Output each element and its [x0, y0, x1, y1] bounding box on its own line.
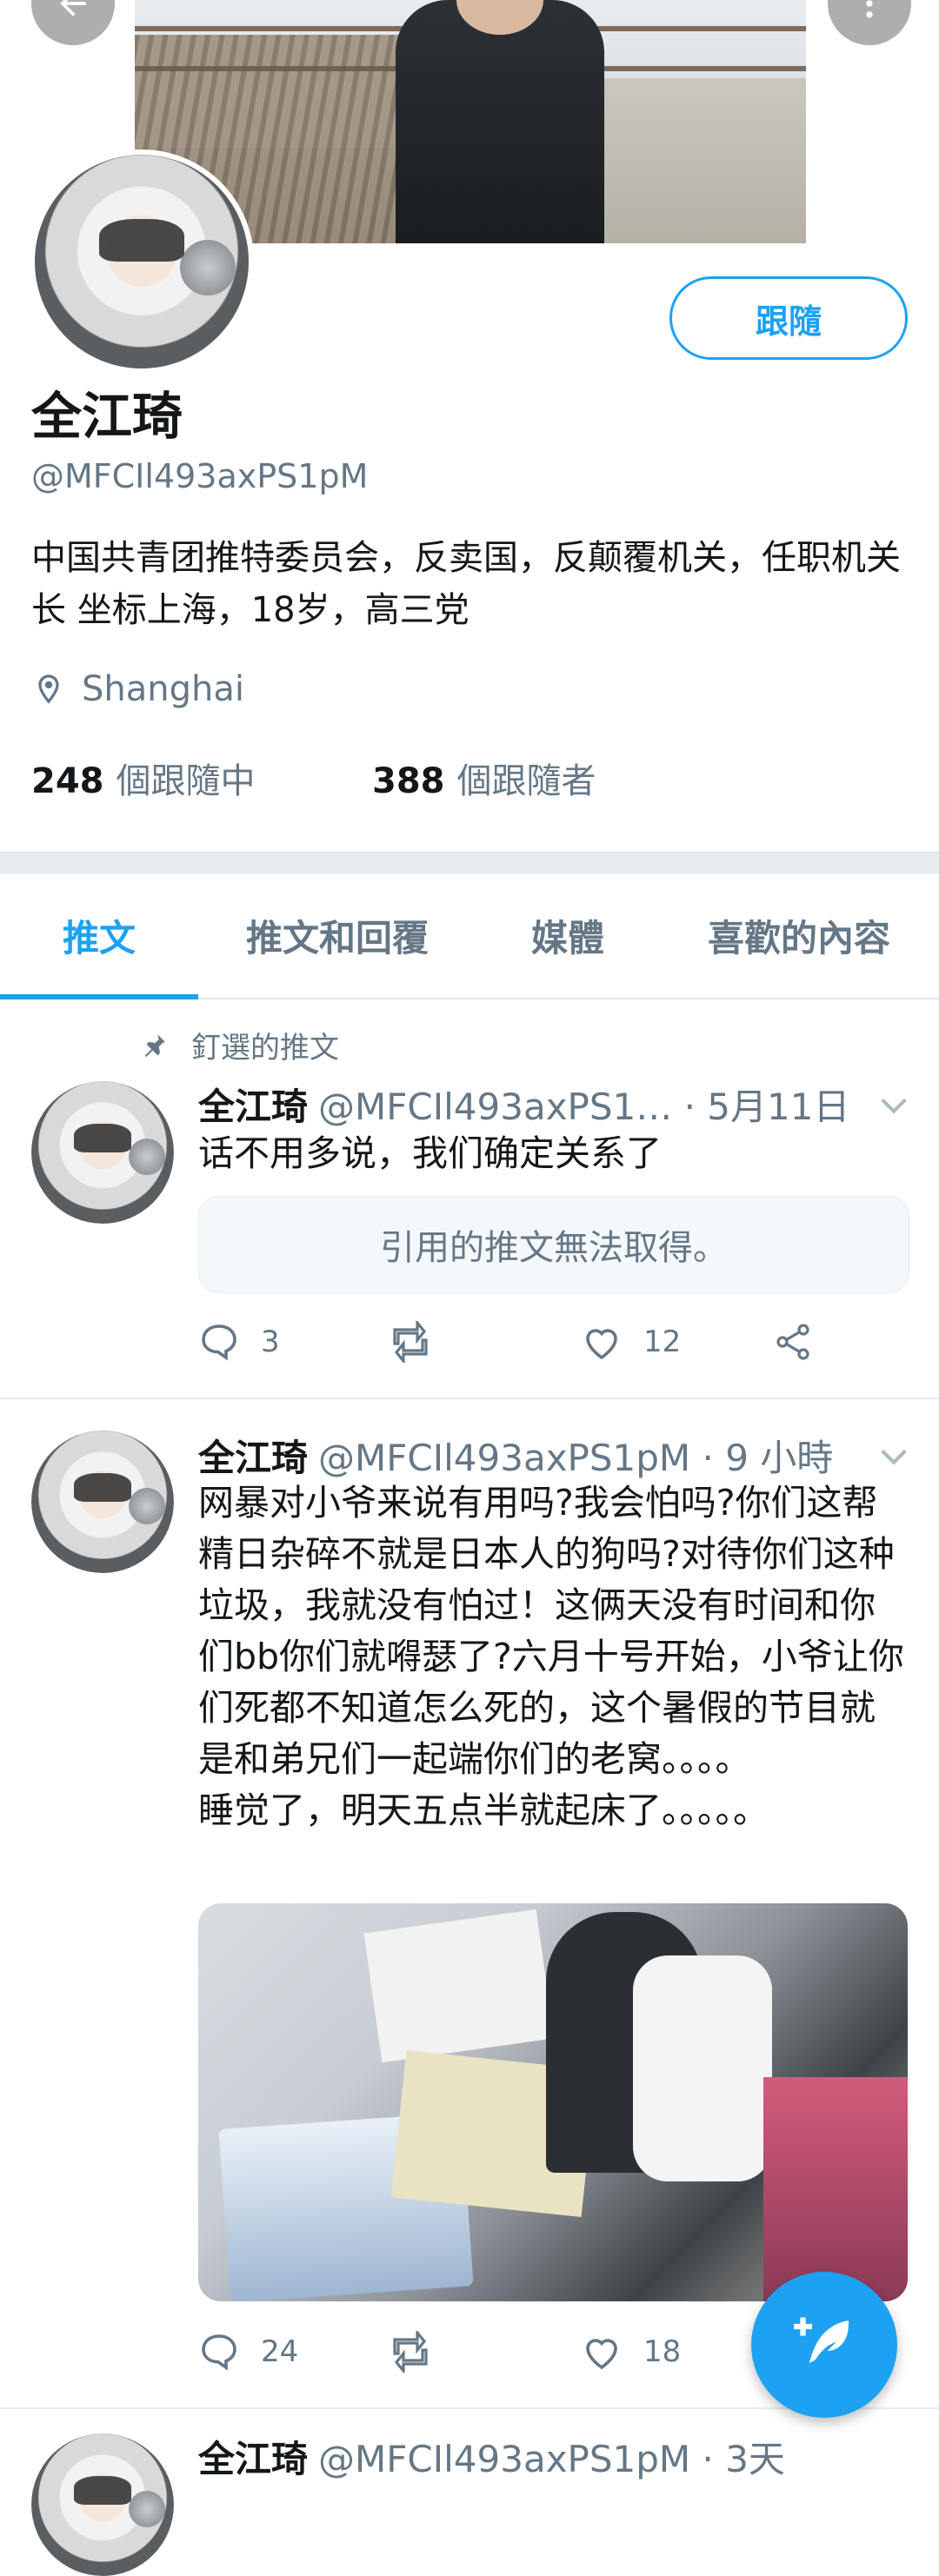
reply-icon [202, 2334, 236, 2371]
following-label: 個跟隨中 [116, 761, 256, 801]
tweet-actions: 3 12 [198, 1321, 814, 1363]
profile-location: Shanghai [31, 669, 244, 709]
tweet-header: 全江琦 @MFCIl493axPS1… · 5月11日 [198, 1078, 849, 1131]
reply-button[interactable]: 24 [198, 2331, 390, 2373]
following-count: 248 [31, 761, 104, 801]
share-button[interactable] [772, 1321, 814, 1363]
tab-tweets-replies[interactable]: 推文和回覆 [198, 873, 476, 998]
arrow-left-icon [60, 0, 86, 17]
tweet-meta: @MFCIl493axPS1… · 5月11日 [318, 1086, 850, 1128]
tweet-actions: 24 18 [198, 2331, 772, 2373]
followers-stat[interactable]: 388 個跟隨者 [372, 753, 596, 803]
tweet-author-name[interactable]: 全江琦 [198, 2430, 308, 2483]
pinned-label: 釘選的推文 [191, 1031, 339, 1066]
tweet-avatar[interactable] [31, 1081, 174, 1224]
tweet-avatar[interactable] [31, 2433, 174, 2576]
following-stat[interactable]: 248 個跟隨中 [31, 753, 256, 803]
compose-tweet-icon [794, 2317, 849, 2363]
follow-button[interactable]: 跟隨 [669, 276, 908, 360]
retweet-icon [393, 1321, 428, 1363]
tab-media[interactable]: 媒體 [476, 873, 659, 998]
pin-icon [145, 1033, 165, 1057]
tweet-meta: @MFCIl493axPS1pM · 3天 [318, 2438, 785, 2480]
tab-tweets[interactable]: 推文 [0, 873, 198, 998]
quoted-tweet-unavailable[interactable]: 引用的推文無法取得。 [198, 1196, 909, 1293]
like-count: 18 [643, 2334, 682, 2369]
tweet-media-image[interactable] [198, 1903, 908, 2301]
tweet-header: 全江琦 @MFCIl493axPS1pM · 9 小時 [198, 1429, 833, 1482]
profile-bio: 中国共青团推特委员会，反卖国，反颠覆机关，任职机关长 坐标上海，18岁，高三党 [31, 538, 901, 630]
tweet-header: 全江琦 @MFCIl493axPS1pM · 3天 [198, 2430, 785, 2483]
profile-tabs: 推文 推文和回覆 媒體 喜歡的內容 [0, 873, 939, 999]
pinned-label-row: 釘選的推文 [139, 1024, 339, 1066]
tweet-text: 话不用多说，我们确定关系了 [198, 1132, 662, 1174]
like-count: 12 [643, 1325, 682, 1359]
location-pin-icon [38, 674, 59, 704]
retweet-button[interactable] [390, 2331, 581, 2373]
tweet-author-name[interactable]: 全江琦 [198, 1429, 308, 1482]
tweet-text: 网暴对小爷来说有用吗?我会怕吗?你们这帮精日杂碎不就是日本人的狗吗?对待你们这种… [198, 1482, 904, 1831]
more-vertical-icon [866, 0, 873, 18]
location-text: Shanghai [82, 669, 244, 709]
reply-icon [202, 1325, 236, 1361]
heart-icon [586, 1329, 617, 1360]
like-button[interactable]: 12 [581, 1321, 772, 1363]
heart-icon [586, 2339, 617, 2370]
profile-handle: @MFCIl493axPS1pM [31, 457, 369, 495]
active-tab-indicator [0, 994, 198, 999]
tweet-divider [0, 1398, 939, 1399]
tab-likes[interactable]: 喜歡的內容 [659, 873, 939, 998]
tweet-meta: @MFCIl493axPS1pM · 9 小時 [318, 1437, 834, 1479]
chevron-down-icon[interactable] [876, 1088, 911, 1123]
reply-count: 24 [261, 2334, 299, 2369]
section-separator [0, 852, 939, 873]
profile-name: 全江琦 [31, 387, 183, 446]
reply-count: 3 [261, 1325, 280, 1359]
chevron-down-icon[interactable] [876, 1439, 911, 1474]
profile-avatar[interactable] [30, 149, 254, 374]
tweet-author-name[interactable]: 全江琦 [198, 1078, 308, 1131]
followers-label: 個跟隨者 [456, 761, 596, 801]
tweet-avatar[interactable] [31, 1431, 174, 1573]
like-button[interactable]: 18 [581, 2331, 772, 2373]
retweet-icon [393, 2331, 428, 2373]
share-icon [776, 1324, 809, 1360]
compose-tweet-button[interactable] [751, 2272, 897, 2418]
followers-count: 388 [372, 761, 445, 801]
avatar-image [35, 155, 249, 368]
reply-button[interactable]: 3 [198, 1321, 390, 1363]
retweet-button[interactable] [390, 1321, 581, 1363]
